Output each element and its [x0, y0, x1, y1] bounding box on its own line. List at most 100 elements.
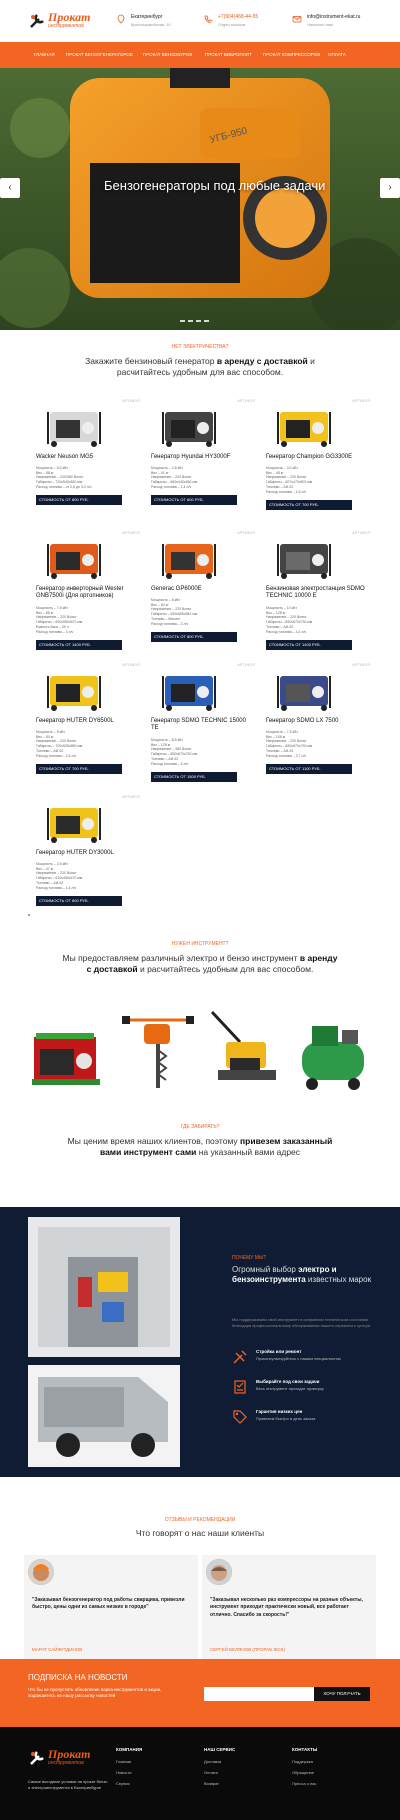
card-title[interactable]: Генератор инверторный Wester GNB7500i (Д… — [36, 586, 136, 600]
generator-image — [162, 544, 216, 579]
subscribe-email-input[interactable] — [204, 1687, 314, 1701]
footer-link[interactable]: Новости — [116, 1770, 142, 1775]
footer-col-title: Компания — [116, 1747, 143, 1752]
card-title[interactable]: Генератор SDMO LX 7500 — [266, 718, 366, 725]
product-card[interactable]: АРТИКУЛ Генератор SDMO TECHNIC 15000 TE Мо… — [143, 662, 255, 788]
card-spec-line: Расход топлива – от 2,6 до 3,0 л/ч — [36, 484, 92, 489]
card-brand: АРТИКУЛ — [122, 662, 140, 667]
card-title[interactable]: Генератор HUTER DY3000L — [36, 850, 136, 857]
card-price-button[interactable]: Стоимость от 800 руб. — [36, 495, 122, 505]
generator-image — [47, 808, 101, 843]
product-card[interactable]: АРТИКУЛ Generac GP6000E Мощность – 6 кВт Ве… — [143, 530, 255, 656]
nav-item-generators[interactable]: Прокат бензогенераторов — [66, 52, 133, 58]
product-card[interactable]: АРТИКУЛ Генератор инверторный Wester GNB7… — [28, 530, 140, 656]
product-card[interactable]: АРТИКУЛ Бензиновая электростанция SDMO TE… — [258, 530, 370, 656]
card-specs: Мощность – 5,0 кВт Вес – 88 кг Напряжение … — [36, 466, 136, 490]
footer-logo[interactable]: Прокат инструментов — [28, 1747, 90, 1771]
slider-dots — [180, 318, 212, 325]
subscribe-section: Подписка на новости Что бы не пропустить… — [0, 1659, 400, 1727]
card-price-button[interactable]: Стоимость от 600 руб. — [36, 896, 122, 906]
logo-subtitle: инструментов — [48, 23, 84, 29]
hero-generator-image: УГБ-950 — [0, 68, 400, 330]
footer-link[interactable]: Сервис — [116, 1781, 142, 1786]
card-title[interactable]: Генератор Champion GG3300E — [266, 454, 366, 461]
subscribe-button[interactable]: Хочу получать — [314, 1687, 370, 1701]
nav-item-drills[interactable]: Прокат бензобуров — [143, 52, 192, 58]
slider-next-button[interactable]: › — [380, 178, 400, 198]
card-price-button[interactable]: Стоимость от 700 руб. — [36, 764, 122, 774]
why-title-pre: Огромный выбор — [232, 1265, 299, 1274]
card-price-button[interactable]: Стоимость от 1400 руб. — [266, 640, 352, 650]
footer-col-contacts: Контакты Поддержка Обращение Пресса о на… — [292, 1747, 317, 1792]
email-address[interactable]: info@instrument-ekat.ru — [307, 14, 360, 21]
logo[interactable]: Прокат инструментов — [28, 10, 90, 32]
hero-slider: УГБ-950 Бензогенераторы под любые задачи… — [0, 68, 400, 330]
nav-item-compressors[interactable]: Прокат компрессоров — [263, 52, 320, 58]
product-card[interactable]: АРТИКУЛ Генератор Champion GG3300E Мощност… — [258, 398, 370, 524]
tool-drill-image — [118, 1000, 198, 1090]
card-price-button[interactable]: Стоимость от 700 руб. — [266, 500, 352, 510]
tools-eyebrow: Нужен инструмент? — [171, 941, 229, 947]
product-card[interactable]: АРТИКУЛ Генератор HUTER DY6500L Мощность –… — [28, 662, 140, 788]
card-title[interactable]: Генератор HUTER DY6500L — [36, 718, 136, 725]
card-title[interactable]: Бензиновая электростанция SDMO TECHNIC 1… — [266, 586, 366, 600]
intro-title: Закажите бензиновый генератор в аренду с… — [60, 356, 340, 379]
care-title-pre: Мы ценим время наших клиентов, поэтому — [67, 1136, 241, 1146]
nav-item-plates[interactable]: Прокат виброплит — [205, 52, 252, 58]
card-title[interactable]: Generac GP6000E — [151, 586, 251, 593]
address-city: Екатеринбург — [131, 14, 163, 20]
page: Прокат инструментов Екатеринбург Красноа… — [0, 0, 400, 1820]
card-price-button[interactable]: Стоимость от 1400 руб. — [36, 640, 122, 650]
card-brand: АРТИКУЛ — [122, 398, 140, 403]
footer-link[interactable]: Возврат — [204, 1781, 235, 1786]
card-title[interactable]: Генератор SDMO TECHNIC 15000 TE — [151, 718, 251, 732]
card-spec-line: Расход топлива – 1,4 л/ч — [151, 484, 192, 489]
avatar — [206, 1559, 232, 1585]
card-title[interactable]: Wacker Neuson MG5 — [36, 454, 136, 461]
card-spec-line: Расход топлива – 5 л/ч — [151, 761, 189, 766]
grid-marker: ■ — [28, 912, 31, 917]
slider-dot[interactable] — [180, 320, 185, 322]
footer-link[interactable]: Пресса о нас — [292, 1781, 317, 1786]
why-us-section: Почему мы? Огромный выбор электро и бенз… — [0, 1207, 400, 1477]
card-brand: АРТИКУЛ — [352, 530, 370, 535]
card-title[interactable]: Генератор Hyundai HY3000F — [151, 454, 251, 461]
footer-link[interactable]: Доставка — [204, 1759, 235, 1764]
card-brand: АРТИКУЛ — [122, 794, 140, 799]
card-spec-line: Расход топлива – 1,4 л/ч — [36, 885, 77, 890]
reviews-title: Что говорят о нас наши клиенты — [135, 1528, 265, 1538]
footer-link[interactable]: Поддержка — [292, 1759, 317, 1764]
site-footer: Прокат инструментов Самые выгодные услов… — [0, 1727, 400, 1820]
card-specs: Мощность – 7,5 кВт Вес – 86 кг Напряжение … — [36, 606, 136, 634]
card-price-button[interactable]: Стоимость от 1100 руб. — [266, 764, 352, 774]
product-card[interactable]: АРТИКУЛ Генератор SDMO LX 7500 Мощность – … — [258, 662, 370, 788]
card-brand: АРТИКУЛ — [237, 662, 255, 667]
avatar — [28, 1559, 54, 1585]
card-price-button[interactable]: Стоимость от 1500 руб. — [151, 772, 237, 782]
product-card[interactable]: АРТИКУЛ Генератор HUTER DY3000L Мощность –… — [28, 794, 140, 920]
footer-link[interactable]: Главная — [116, 1759, 142, 1764]
checklist-icon — [234, 1380, 246, 1394]
slider-dot[interactable] — [188, 320, 193, 322]
review-author: Сергей Белянов (прораб ЖСК) — [210, 1647, 285, 1652]
product-card[interactable]: АРТИКУЛ Wacker Neuson MG5 Мощность – 5,0 к… — [28, 398, 140, 524]
slider-dot[interactable] — [196, 320, 201, 322]
card-price-button[interactable]: Стоимость от 600 руб. — [151, 495, 237, 505]
why-description: Мы поддерживаем свой инструмент в исправ… — [232, 1317, 371, 1328]
card-price-button[interactable]: Стоимость от 800 руб. — [151, 632, 237, 642]
intro-title-bold: в аренду с доставкой — [216, 356, 308, 366]
nav-item-payment[interactable]: Оплата — [328, 52, 346, 58]
footer-link[interactable]: Оплата — [204, 1770, 235, 1775]
product-card[interactable]: АРТИКУЛ Генератор Hyundai HY3000F Мощность… — [143, 398, 255, 524]
hero-title: Бензогенераторы под любые задачи — [104, 178, 326, 193]
generator-image — [277, 544, 331, 579]
phone-number[interactable]: +7(904)468-44-55 — [218, 14, 258, 21]
review-author: Марат Сайфутдинов — [32, 1647, 83, 1652]
generator-image — [47, 544, 101, 579]
footer-link[interactable]: Обращение — [292, 1770, 317, 1775]
footer-col-title: Контакты — [292, 1747, 318, 1752]
nav-item-home[interactable]: Главная — [34, 52, 55, 58]
chevron-left-icon: ‹ — [8, 182, 12, 193]
slider-dot[interactable] — [204, 320, 209, 322]
slider-prev-button[interactable]: ‹ — [0, 178, 20, 198]
